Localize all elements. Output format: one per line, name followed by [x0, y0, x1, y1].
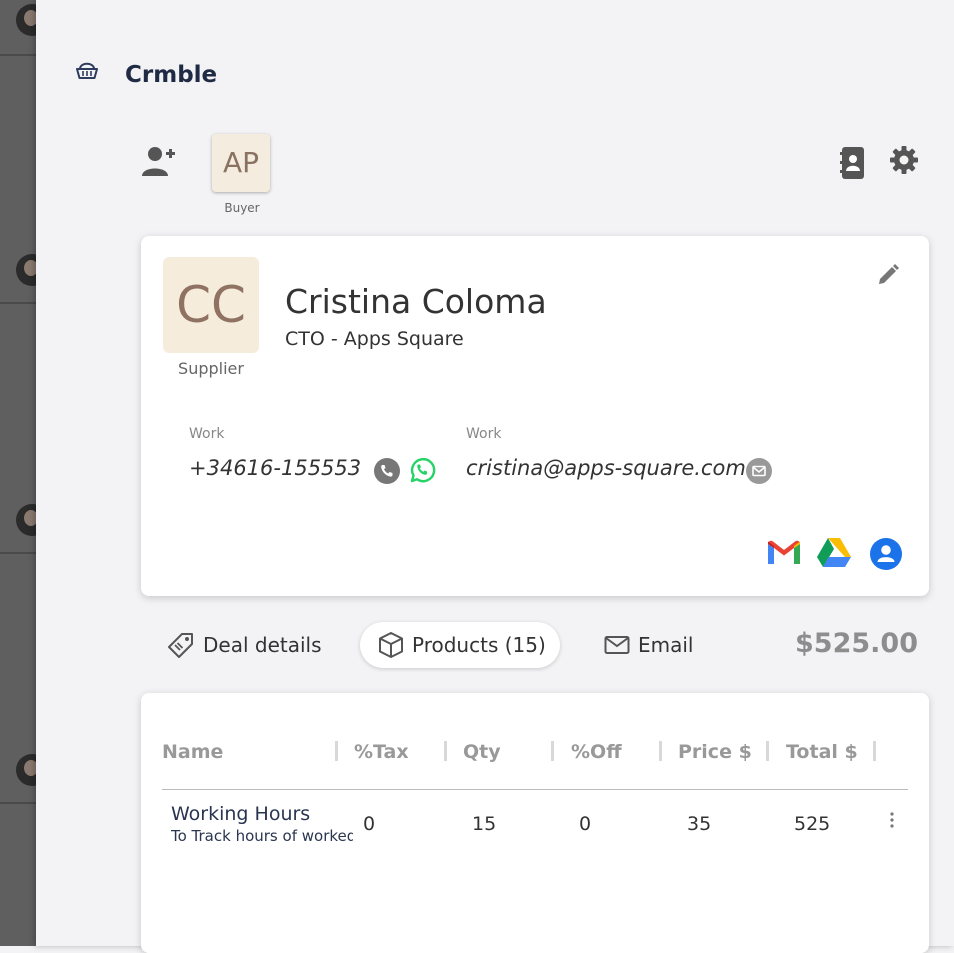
header-divider: [162, 789, 908, 790]
column-header-name[interactable]: Name: [162, 741, 223, 763]
deal-amount: $525.00: [795, 628, 918, 659]
divider: [0, 302, 36, 304]
tab-email[interactable]: Email: [604, 622, 694, 668]
product-off[interactable]: 0: [579, 813, 591, 835]
pencil-icon: [879, 264, 899, 284]
phone-icon: [374, 458, 400, 484]
whatsapp-icon: [410, 458, 436, 483]
gear-icon: [890, 146, 918, 174]
product-tax[interactable]: 0: [363, 813, 375, 835]
contact-avatar: CC: [163, 257, 259, 353]
contacts-book-button[interactable]: [840, 146, 866, 184]
app-title: Crmble: [125, 62, 218, 88]
send-email-button[interactable]: [746, 458, 772, 488]
column-header-off[interactable]: %Off: [571, 741, 622, 763]
participant-avatar: AP: [212, 134, 270, 192]
box-icon: [379, 632, 403, 658]
tab-label: Deal details: [203, 633, 322, 657]
tab-label: Email: [638, 633, 694, 657]
avatar: [16, 4, 36, 36]
product-qty[interactable]: 15: [472, 813, 496, 835]
contacts-book-icon: [840, 147, 864, 179]
add-person-icon: [142, 147, 175, 176]
contact-card: CC Supplier Cristina Coloma CTO - Apps S…: [141, 236, 929, 596]
brand: Crmble: [74, 60, 217, 88]
column-header-tax[interactable]: %Tax: [354, 741, 409, 763]
contact-subtitle: CTO - Apps Square: [285, 328, 464, 350]
column-divider[interactable]: [873, 741, 876, 761]
product-price[interactable]: 35: [687, 813, 711, 835]
participant-role: Buyer: [224, 201, 260, 215]
google-contacts-icon: [870, 538, 902, 570]
tab-products[interactable]: Products (15): [360, 622, 560, 668]
background-list: [0, 0, 36, 946]
mail-icon: [746, 458, 772, 484]
product-total: 525: [794, 813, 831, 835]
add-contact-button[interactable]: [142, 146, 176, 180]
contact-role: Supplier: [178, 359, 244, 378]
tab-label: Products (15): [412, 633, 546, 657]
gmail-icon: [768, 540, 800, 564]
column-divider[interactable]: [766, 741, 769, 761]
divider: [0, 54, 36, 56]
products-table: Name %Tax Qty %Off Price $ Total $ Worki…: [141, 693, 929, 953]
edit-contact-button[interactable]: [877, 264, 899, 290]
google-contacts-button[interactable]: [870, 538, 902, 574]
envelope-icon: [604, 636, 630, 654]
crmble-panel: Crmble AP Buyer CC Supplier Cristina Col…: [36, 0, 954, 953]
email-label: Work: [466, 426, 502, 442]
settings-button[interactable]: [890, 146, 918, 178]
gmail-button[interactable]: [766, 538, 802, 570]
basket-icon: [76, 62, 98, 79]
avatar: [16, 504, 36, 536]
avatar: [16, 254, 36, 286]
column-header-qty[interactable]: Qty: [463, 741, 501, 763]
google-drive-button[interactable]: [817, 537, 851, 571]
row-menu-button[interactable]: [889, 811, 895, 833]
tab-deal-details[interactable]: Deal details: [167, 622, 322, 668]
column-header-price[interactable]: Price $: [678, 741, 752, 763]
column-divider[interactable]: [335, 741, 338, 761]
call-button[interactable]: [374, 458, 400, 488]
column-divider[interactable]: [444, 741, 447, 761]
tag-icon: [168, 633, 193, 658]
email-value[interactable]: cristina@apps-square.com: [466, 456, 746, 480]
product-description: To Track hours of worked: [171, 827, 353, 845]
more-vertical-icon: [890, 812, 894, 828]
column-divider[interactable]: [551, 741, 554, 761]
participant-buyer[interactable]: AP Buyer: [212, 134, 272, 215]
divider: [0, 552, 36, 554]
whatsapp-button[interactable]: [408, 456, 436, 488]
product-name: Working Hours: [171, 803, 311, 825]
column-divider[interactable]: [659, 741, 662, 761]
divider: [0, 802, 36, 804]
contact-name: Cristina Coloma: [285, 282, 547, 321]
phone-label: Work: [189, 426, 225, 442]
avatar: [16, 754, 36, 786]
phone-value[interactable]: +34616-155553: [189, 456, 361, 480]
google-drive-icon: [817, 538, 851, 567]
column-header-total[interactable]: Total $: [786, 741, 858, 763]
